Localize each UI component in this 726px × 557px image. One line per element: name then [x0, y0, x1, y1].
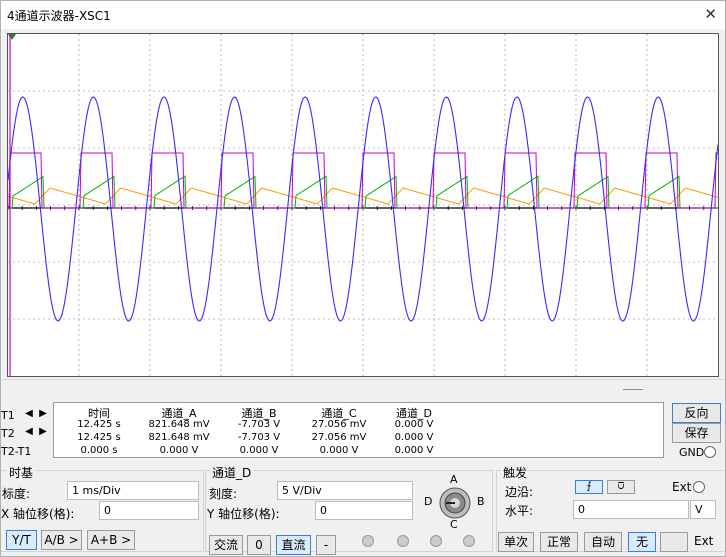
mode-yt-button[interactable]: Y/T: [6, 530, 37, 550]
mode-ab-button[interactable]: A/B >: [41, 530, 82, 550]
t1-right-arrow-icon[interactable]: ▶: [37, 408, 49, 419]
readout-cell: 0.000 V: [394, 445, 434, 456]
y-position-label: Y 轴位移(格):: [207, 507, 280, 521]
trigger-level-field[interactable]: 0: [573, 500, 689, 519]
title-bar: 4通道示波器-XSC1 ✕: [1, 1, 725, 29]
trigger-marker-icon[interactable]: [8, 34, 16, 40]
coupling-ac-button[interactable]: 交流: [209, 535, 243, 555]
trigger-ext-radio[interactable]: [693, 481, 705, 493]
trigger-normal-button[interactable]: 正常: [540, 532, 578, 552]
gnd-radio[interactable]: [704, 446, 716, 458]
readout-cell: 0.000 V: [159, 445, 199, 456]
t1-left-arrow-icon[interactable]: ◀: [23, 408, 35, 419]
channel-radio-4[interactable]: [463, 535, 475, 547]
timebase-scale-label: 标度:: [2, 487, 31, 501]
channel-radio-3[interactable]: [430, 535, 442, 547]
trigger-mode-extra-button[interactable]: [660, 532, 688, 552]
waveform-display: [8, 34, 718, 376]
t2-label: T2: [1, 427, 15, 440]
readout-cell: -7.703 V: [237, 419, 281, 430]
trigger-title: 触发: [501, 464, 530, 481]
readout-cell: 12.425 s: [77, 432, 121, 443]
reverse-button[interactable]: 反向: [672, 403, 721, 423]
trigger-edge-label: 边沿:: [505, 485, 534, 499]
coupling-minus-button[interactable]: -: [316, 535, 336, 555]
trigger-auto-button[interactable]: 自动: [584, 532, 622, 552]
readout-cell: 0.000 V: [394, 432, 434, 443]
coupling-zero-button[interactable]: 0: [247, 535, 271, 555]
timebase-scale-field[interactable]: 1 ms/Div: [67, 481, 199, 500]
t2-right-arrow-icon[interactable]: ▶: [37, 426, 49, 437]
save-button[interactable]: 保存: [672, 423, 721, 443]
oscilloscope-window: 4通道示波器-XSC1 ✕ T1 ◀ ▶ T2 ◀ ▶ T2-T1 时间 通道_…: [0, 0, 726, 557]
readout-cell: 821.648 mV: [148, 419, 210, 430]
mode-a-plus-b-button[interactable]: A+B >: [87, 530, 135, 550]
x-position-label: X 轴位移(格):: [1, 507, 75, 521]
close-icon[interactable]: ✕: [704, 5, 717, 23]
readout-cell: 0.000 V: [239, 445, 279, 456]
horizontal-scrollbar[interactable]: [1, 379, 725, 397]
trigger-ext-label: Ext: [672, 480, 692, 494]
channel-radio-2[interactable]: [397, 535, 409, 547]
readout-cell: 821.648 mV: [148, 432, 210, 443]
window-title: 4通道示波器-XSC1: [7, 9, 111, 23]
knob-label-b: B: [477, 495, 485, 508]
coupling-dc-button[interactable]: 直流: [276, 535, 311, 555]
knob-label-d: D: [424, 495, 433, 508]
trigger-none-button[interactable]: 无: [628, 532, 656, 552]
trigger-single-button[interactable]: 单次: [498, 532, 534, 552]
cursor-readout-table: 时间 通道_A 通道_B 通道_C 通道_D 12.425 s 821.648 …: [53, 402, 664, 458]
rising-edge-icon[interactable]: ⨍: [575, 480, 603, 494]
t2-t1-label: T2-T1: [1, 445, 32, 458]
trigger-ext-mode-label: Ext: [694, 534, 714, 548]
t2-left-arrow-icon[interactable]: ◀: [23, 426, 35, 437]
y-position-field[interactable]: 0: [315, 501, 413, 520]
trigger-level-label: 水平:: [505, 504, 534, 518]
channel-title: 通道_D: [210, 464, 254, 481]
readout-cell: 0.000 V: [394, 419, 434, 430]
t1-label: T1: [1, 409, 15, 422]
readout-cell: -7.703 V: [237, 432, 281, 443]
readout-cell: 12.425 s: [77, 419, 121, 430]
oscilloscope-screen: [7, 33, 719, 377]
channel-scale-label: 刻度:: [209, 487, 238, 501]
timebase-title: 时基: [7, 464, 36, 481]
channel-radio-1[interactable]: [362, 535, 374, 547]
channel-scale-field[interactable]: 5 V/Div: [277, 481, 413, 500]
gnd-label: GND: [679, 446, 705, 459]
falling-edge-icon[interactable]: ⩂: [607, 480, 635, 494]
channel-selector-knob-icon[interactable]: [437, 485, 473, 521]
readout-cell: 0.000 s: [80, 445, 118, 456]
scrollbar-grip-icon[interactable]: [623, 389, 643, 390]
trigger-level-unit: V: [690, 500, 716, 519]
x-position-field[interactable]: 0: [99, 501, 199, 520]
